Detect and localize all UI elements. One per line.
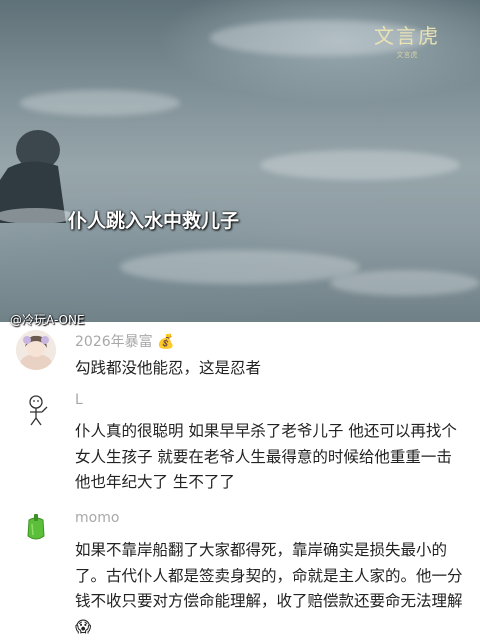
avatar[interactable] <box>16 508 56 548</box>
comment-username[interactable]: 2026年暴富 💰 <box>75 331 175 351</box>
wave-highlight <box>260 150 460 180</box>
wave-highlight <box>120 250 360 284</box>
video-author-handle[interactable]: @冷玩A-ONE <box>10 311 85 328</box>
money-bag-emoji-icon: 💰 <box>157 334 175 350</box>
channel-watermark: 文言虎 文言虎 <box>374 20 440 60</box>
wave-highlight <box>330 270 480 296</box>
watermark-title: 文言虎 <box>374 24 440 48</box>
swimmer-figure <box>0 130 70 223</box>
comment-text-content: 如果不靠岸船翻了大家都得死，靠岸确实是损失最小的了。古代仆人都是签卖身契的，命就… <box>75 541 463 610</box>
avatar-illustration-icon <box>16 330 56 370</box>
comment-username[interactable]: momo <box>75 510 119 526</box>
comment-text: 仆人真的很聪明 如果早早杀了老爷儿子 他还可以再找个女人生孩子 就要在老爷人生最… <box>75 422 457 491</box>
avatar[interactable] <box>16 330 56 370</box>
avatar[interactable] <box>16 390 56 430</box>
shocked-face-emoji-icon: 😱 <box>75 617 92 636</box>
wave-highlight <box>20 90 180 116</box>
comment-text: 如果不靠岸船翻了大家都得死，靠岸确实是损失最小的了。古代仆人都是签卖身契的，命就… <box>75 538 470 640</box>
video-frame[interactable]: 文言虎 文言虎 仆人跳入水中救儿子 <box>0 0 480 322</box>
comment-username[interactable]: L <box>75 392 83 408</box>
watermark-subtitle: 文言虎 <box>396 51 418 59</box>
video-subtitle: 仆人跳入水中救儿子 <box>68 210 240 232</box>
green-pepper-icon <box>16 508 56 548</box>
comment-text: 勾践都没他能忍，这是忍者 <box>75 359 262 377</box>
doodle-figure-icon <box>16 390 56 430</box>
